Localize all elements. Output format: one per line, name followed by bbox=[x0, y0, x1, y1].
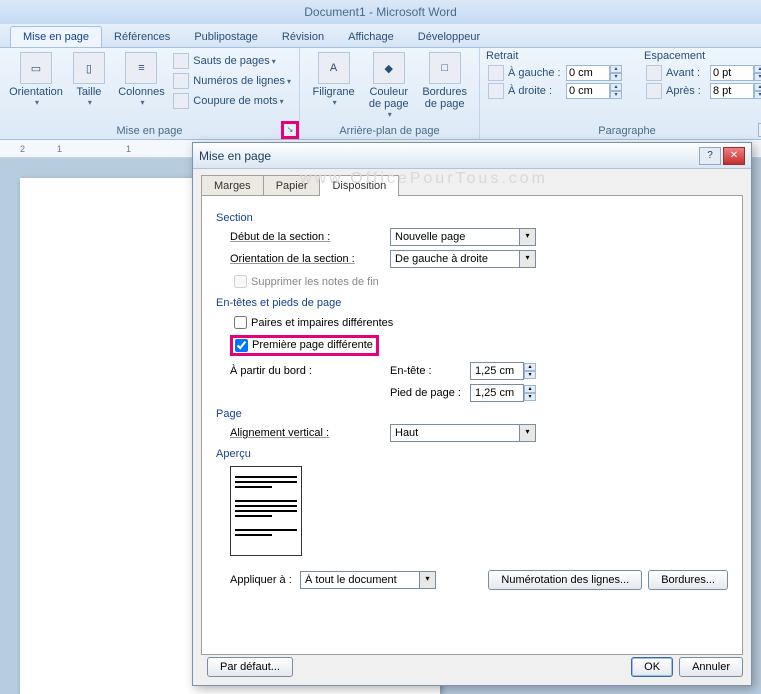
chevron-down-icon[interactable]: ▾ bbox=[520, 228, 536, 246]
page-borders-icon: □ bbox=[429, 52, 461, 84]
retrait-header: Retrait bbox=[486, 50, 624, 62]
ribbon-tab-developpeur[interactable]: Développeur bbox=[406, 27, 492, 47]
app-title: Document1 - Microsoft Word bbox=[304, 5, 457, 19]
page-header: Page bbox=[216, 408, 728, 420]
taille-button[interactable]: ▯Taille▾ bbox=[66, 50, 112, 109]
bordures-page-button[interactable]: □Bordures de page bbox=[416, 50, 473, 112]
close-button[interactable]: ✕ bbox=[723, 147, 745, 165]
ribbon-tab-revision[interactable]: Révision bbox=[270, 27, 336, 47]
filigrane-button[interactable]: AFiligrane▾ bbox=[306, 50, 361, 109]
hyphenation-icon bbox=[173, 93, 189, 109]
spacing-after-row: Après :▴▾ bbox=[644, 82, 761, 100]
dialog-titlebar[interactable]: Mise en page ? ✕ bbox=[193, 143, 751, 169]
help-button[interactable]: ? bbox=[699, 147, 721, 165]
columns-icon: ≡ bbox=[125, 52, 157, 84]
numeros-button[interactable]: Numéros de lignes▾ bbox=[171, 72, 293, 90]
section-start-combo[interactable]: ▾ bbox=[390, 228, 536, 246]
indent-left-row: À gauche :▴▾ bbox=[486, 64, 624, 82]
orientation-icon: ▭ bbox=[20, 52, 52, 84]
group-arriere-plan: AFiligrane▾ ◆Couleur de page▾ □Bordures … bbox=[300, 48, 480, 139]
cancel-button[interactable]: Annuler bbox=[679, 657, 743, 677]
spacing-before-spinner[interactable]: ▴▾ bbox=[710, 65, 761, 81]
spacing-before-icon bbox=[646, 65, 662, 81]
ribbon-tab-affichage[interactable]: Affichage bbox=[336, 27, 406, 47]
orientation-button[interactable]: ▭Orientation▾ bbox=[6, 50, 66, 109]
header-label: En-tête : bbox=[390, 365, 470, 377]
tab-marges[interactable]: Marges bbox=[201, 175, 264, 196]
indent-left-icon bbox=[488, 65, 504, 81]
colonnes-button[interactable]: ≡Colonnes▾ bbox=[112, 50, 172, 109]
line-numbering-button[interactable]: Numérotation des lignes... bbox=[488, 570, 642, 590]
vertical-align-label: Alignement vertical : bbox=[230, 427, 390, 439]
line-numbers-icon bbox=[173, 73, 189, 89]
breaks-icon bbox=[173, 53, 189, 69]
dialog-tabs: Marges Papier Disposition bbox=[193, 169, 751, 196]
suppress-endnotes-checkbox: Supprimer les notes de fin bbox=[230, 272, 728, 291]
group-mise-en-page: ▭Orientation▾ ▯Taille▾ ≡Colonnes▾ Sauts … bbox=[0, 48, 300, 139]
group-paragraphe: Retrait À gauche :▴▾ À droite :▴▾ Espace… bbox=[480, 48, 761, 139]
section-start-label: Début de la section : bbox=[230, 231, 390, 243]
spacing-after-icon bbox=[646, 83, 662, 99]
ribbon-tabs: Mise en page Références Publipostage Rév… bbox=[0, 24, 761, 48]
first-page-label: Première page différente bbox=[252, 339, 373, 352]
chevron-down-icon[interactable]: ▾ bbox=[520, 250, 536, 268]
indent-right-icon bbox=[488, 83, 504, 99]
dialog-title: Mise en page bbox=[199, 149, 271, 163]
group-label: Arrière-plan de page bbox=[300, 123, 479, 139]
first-page-different-highlight: Première page différente bbox=[230, 335, 379, 356]
mise-en-page-launcher[interactable]: ↘ bbox=[283, 123, 297, 137]
couleur-page-button[interactable]: ◆Couleur de page▾ bbox=[361, 50, 416, 121]
coupure-button[interactable]: Coupure de mots▾ bbox=[171, 92, 293, 110]
indent-left-spinner[interactable]: ▴▾ bbox=[566, 65, 622, 81]
group-label: Mise en page bbox=[0, 123, 299, 139]
footer-distance-spinner[interactable]: ▴▾ bbox=[470, 384, 536, 402]
from-edge-label: À partir du bord : bbox=[230, 365, 390, 377]
tab-disposition[interactable]: Disposition bbox=[319, 175, 399, 196]
ribbon-tab-mise-en-page[interactable]: Mise en page bbox=[10, 26, 102, 47]
ok-button[interactable]: OK bbox=[631, 657, 673, 677]
page-color-icon: ◆ bbox=[373, 52, 405, 84]
ribbon-tab-publipostage[interactable]: Publipostage bbox=[182, 27, 270, 47]
apply-to-combo[interactable]: ▾ bbox=[300, 571, 436, 589]
size-icon: ▯ bbox=[73, 52, 105, 84]
vertical-align-combo[interactable]: ▾ bbox=[390, 424, 536, 442]
apply-to-label: Appliquer à : bbox=[230, 574, 300, 586]
chevron-down-icon[interactable]: ▾ bbox=[520, 424, 536, 442]
sauts-button[interactable]: Sauts de pages▾ bbox=[171, 52, 293, 70]
footer-label: Pied de page : bbox=[390, 387, 470, 399]
dialog-body: Section Début de la section : ▾ Orientat… bbox=[201, 195, 743, 655]
tab-papier[interactable]: Papier bbox=[263, 175, 321, 196]
spacing-before-row: Avant :▴▾ bbox=[644, 64, 761, 82]
default-button[interactable]: Par défaut... bbox=[207, 657, 293, 677]
ribbon: ▭Orientation▾ ▯Taille▾ ≡Colonnes▾ Sauts … bbox=[0, 48, 761, 140]
header-distance-spinner[interactable]: ▴▾ bbox=[470, 362, 536, 380]
page-preview-icon bbox=[230, 466, 302, 556]
section-orientation-combo[interactable]: ▾ bbox=[390, 250, 536, 268]
headers-footers-header: En-têtes et pieds de page bbox=[216, 297, 728, 309]
page-setup-dialog: Mise en page ? ✕ Marges Papier Dispositi… bbox=[192, 142, 752, 686]
section-header: Section bbox=[216, 212, 728, 224]
section-orientation-label: Orientation de la section : bbox=[230, 253, 390, 265]
ribbon-tab-references[interactable]: Références bbox=[102, 27, 182, 47]
watermark-icon: A bbox=[318, 52, 350, 84]
first-page-checkbox[interactable] bbox=[235, 339, 248, 352]
odd-even-checkbox[interactable]: Paires et impaires différentes bbox=[230, 313, 728, 332]
indent-right-spinner[interactable]: ▴▾ bbox=[566, 83, 622, 99]
preview-header: Aperçu bbox=[216, 448, 728, 460]
group-label: Paragraphe bbox=[480, 123, 761, 139]
spacing-after-spinner[interactable]: ▴▾ bbox=[710, 83, 761, 99]
app-titlebar: Document1 - Microsoft Word bbox=[0, 0, 761, 24]
espacement-header: Espacement bbox=[644, 50, 761, 62]
dialog-footer: Par défaut... OK Annuler bbox=[201, 657, 743, 677]
chevron-down-icon[interactable]: ▾ bbox=[420, 571, 436, 589]
borders-button[interactable]: Bordures... bbox=[648, 570, 728, 590]
indent-right-row: À droite :▴▾ bbox=[486, 82, 624, 100]
